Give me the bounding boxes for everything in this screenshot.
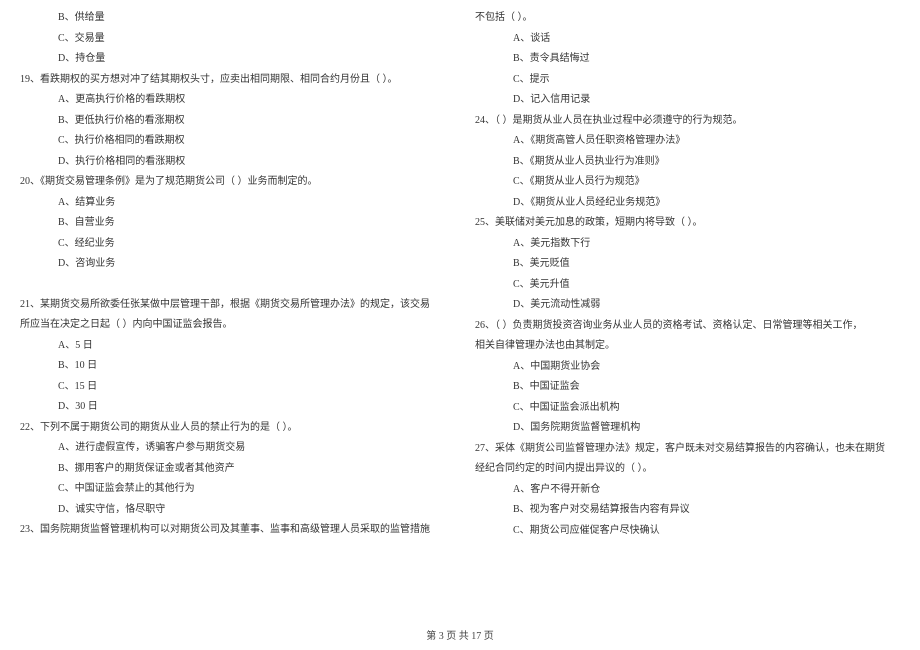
q24-text: 24、（ ）是期货从业人员在执业过程中必须遵守的行为规范。 (475, 111, 900, 132)
q18-opt-c: C、交易量 (58, 29, 445, 50)
spacer (20, 275, 445, 295)
q19-opt-c: C、执行价格相同的看跌期权 (58, 131, 445, 152)
q20-opt-c: C、经纪业务 (58, 234, 445, 255)
q20-opt-b: B、自营业务 (58, 213, 445, 234)
q26-opt-a: A、中国期货业协会 (513, 357, 900, 378)
q22-text: 22、下列不属于期货公司的期货从业人员的禁止行为的是（ ）。 (20, 418, 445, 439)
q24-opt-c: C、《期货从业人员行为规范》 (513, 172, 900, 193)
q26-opt-b: B、中国证监会 (513, 377, 900, 398)
q25-opt-a: A、美元指数下行 (513, 234, 900, 255)
q25-opt-c: C、美元升值 (513, 275, 900, 296)
q25-opt-b: B、美元贬值 (513, 254, 900, 275)
q27-line2: 经纪合同约定的时间内提出异议的（ ）。 (475, 459, 900, 480)
q19-text: 19、看跌期权的买方想对冲了结其期权头寸，应卖出相同期限、相同合约月份且（ ）。 (20, 70, 445, 91)
q19-opt-a: A、更高执行价格的看跌期权 (58, 90, 445, 111)
q21-opt-c: C、15 日 (58, 377, 445, 398)
q21-line1: 21、某期货交易所欲委任张某做中层管理干部，根据《期货交易所管理办法》的规定，该… (20, 295, 445, 316)
q23-opt-b: B、责令具结悔过 (513, 49, 900, 70)
q25-opt-d: D、美元流动性减弱 (513, 295, 900, 316)
q24-opt-a: A、《期货高管人员任职资格管理办法》 (513, 131, 900, 152)
q27-opt-a: A、客户不得开新仓 (513, 480, 900, 501)
q27-opt-c: C、期货公司应催促客户尽快确认 (513, 521, 900, 542)
q19-opt-d: D、执行价格相同的看涨期权 (58, 152, 445, 173)
q21-opt-d: D、30 日 (58, 397, 445, 418)
q20-opt-a: A、结算业务 (58, 193, 445, 214)
q26-line1: 26、（ ）负责期货投资咨询业务从业人员的资格考试、资格认定、日常管理等相关工作… (475, 316, 900, 337)
q26-opt-c: C、中国证监会派出机构 (513, 398, 900, 419)
q22-opt-d: D、诚实守信，恪尽职守 (58, 500, 445, 521)
q22-opt-b: B、挪用客户的期货保证金或者其他资产 (58, 459, 445, 480)
q27-line1: 27、采体《期货公司监督管理办法》规定，客户既未对交易结算报告的内容确认，也未在… (475, 439, 900, 460)
q21-opt-b: B、10 日 (58, 356, 445, 377)
q18-opt-b: B、供给量 (58, 8, 445, 29)
q26-line2: 相关自律管理办法也由其制定。 (475, 336, 900, 357)
q22-opt-c: C、中国证监会禁止的其他行为 (58, 479, 445, 500)
q22-opt-a: A、进行虚假宣传，诱骗客户参与期货交易 (58, 438, 445, 459)
left-column: B、供给量 C、交易量 D、持仓量 19、看跌期权的买方想对冲了结其期权头寸，应… (20, 8, 445, 603)
two-column-layout: B、供给量 C、交易量 D、持仓量 19、看跌期权的买方想对冲了结其期权头寸，应… (20, 8, 900, 603)
q18-opt-d: D、持仓量 (58, 49, 445, 70)
q19-opt-b: B、更低执行价格的看涨期权 (58, 111, 445, 132)
q24-opt-b: B、《期货从业人员执业行为准则》 (513, 152, 900, 173)
q23-cont: 不包括（ ）。 (475, 8, 900, 29)
q21-line2: 所应当在决定之日起（ ）内向中国证监会报告。 (20, 315, 445, 336)
q24-opt-d: D、《期货从业人员经纪业务规范》 (513, 193, 900, 214)
q26-opt-d: D、国务院期货监督管理机构 (513, 418, 900, 439)
q23-opt-c: C、提示 (513, 70, 900, 91)
q20-opt-d: D、咨询业务 (58, 254, 445, 275)
q23-opt-a: A、谈话 (513, 29, 900, 50)
q25-text: 25、美联储对美元加息的政策，短期内将导致（ ）。 (475, 213, 900, 234)
q23-opt-d: D、记入信用记录 (513, 90, 900, 111)
right-column: 不包括（ ）。 A、谈话 B、责令具结悔过 C、提示 D、记入信用记录 24、（… (475, 8, 900, 603)
page-footer: 第 3 页 共 17 页 (0, 627, 920, 642)
q21-opt-a: A、5 日 (58, 336, 445, 357)
q27-opt-b: B、视为客户对交易结算报告内容有异议 (513, 500, 900, 521)
q23-text: 23、国务院期货监督管理机构可以对期货公司及其董事、监事和高级管理人员采取的监管… (20, 520, 445, 541)
q20-text: 20、《期货交易管理条例》是为了规范期货公司（ ）业务而制定的。 (20, 172, 445, 193)
